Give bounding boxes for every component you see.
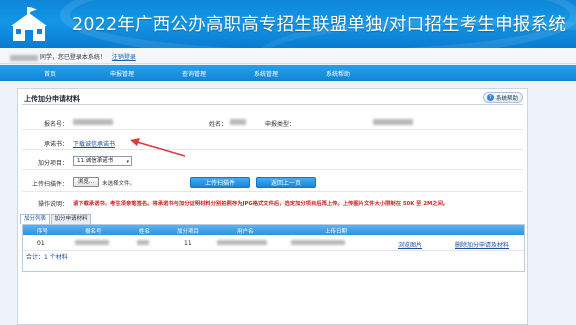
nav-system-manage[interactable]: 系统管理 — [254, 69, 278, 78]
cell-name-redacted — [137, 240, 149, 245]
type-label: 申报类型： — [264, 121, 295, 128]
delete-bonus-link[interactable]: 删除加分申请及材料 — [455, 240, 509, 249]
divider — [22, 104, 523, 105]
tab-bonus-list[interactable]: 加分列表 — [20, 214, 50, 224]
logout-link[interactable]: 注销登录 — [112, 54, 136, 61]
greeting-text: 同学，您已登录本系统！ — [39, 54, 106, 61]
notice-text: 请下载承诺书，考生须亲笔签名。将承诺书与加分证明材料分别拍照存为JPG格式文件后… — [73, 201, 449, 207]
row-divider — [22, 169, 523, 170]
letter-label: 承诺书： — [43, 141, 68, 148]
table-row: 01 11 浏览图片 删除加分申请及材料 — [23, 238, 524, 250]
system-title: 2022年广西公办高职高专招生联盟单独/对口招生考生申报系统 — [72, 15, 566, 35]
back-button[interactable]: 返回上一页 — [256, 177, 316, 188]
cell-index: 01 — [37, 240, 45, 247]
item-label: 加分项目： — [37, 160, 68, 167]
col-name: 姓名 — [139, 229, 151, 235]
tab-bonus-materials[interactable]: 加分申请材料 — [51, 214, 91, 224]
bonus-item-select[interactable]: 11.诚信承诺书 ▾ — [73, 156, 132, 166]
row-divider — [22, 191, 523, 192]
username-redacted — [10, 54, 38, 61]
bonus-table: 序号 报名号 姓名 加分项目 用户名 上传日期 01 11 浏览图片 删除加分申… — [22, 224, 525, 272]
header-banner: 2022年广西公办高职高专招生联盟单独/对口招生考生申报系统 — [0, 0, 576, 48]
help-icon: ? — [486, 94, 494, 101]
page-title: 上传加分申请材料 — [24, 95, 80, 103]
help-button[interactable]: ? 系统帮助 — [482, 92, 523, 103]
col-username: 用户名 — [237, 229, 254, 235]
file-status: 未选择文件。 — [102, 181, 136, 187]
col-index: 序号 — [37, 229, 49, 235]
nav-query-manage[interactable]: 查询管理 — [182, 69, 206, 78]
row-divider — [23, 250, 524, 251]
name-label: 姓名： — [208, 121, 227, 128]
regno-value-redacted — [73, 119, 113, 125]
col-upload-date: 上传日期 — [325, 229, 348, 235]
row-divider — [22, 129, 523, 130]
browse-file-button[interactable]: 浏览... — [73, 177, 99, 187]
user-bar: 同学，您已登录本系统！ 注销登录 — [0, 48, 576, 64]
upload-button[interactable]: 上传扫描件 — [190, 177, 250, 188]
help-label: 系统帮助 — [495, 95, 518, 102]
row-divider — [22, 149, 523, 150]
chevron-down-icon: ▾ — [126, 159, 129, 165]
view-image-link[interactable]: 浏览图片 — [398, 240, 422, 249]
regno-label: 报名号： — [43, 121, 68, 128]
cell-item: 11 — [184, 240, 192, 247]
content-panel: 上传加分申请材料 ? 系统帮助 报名号： 姓名： 申报类型： 承诺书： 下载诚信… — [17, 88, 528, 325]
notice-label: 操作说明： — [37, 201, 68, 208]
table-total: 合计：1 个材料 — [26, 254, 68, 261]
cell-username-redacted — [217, 240, 267, 245]
nav-apply-manage[interactable]: 申报管理 — [110, 69, 134, 78]
col-item: 加分项目 — [177, 229, 200, 235]
table-header: 序号 报名号 姓名 加分项目 用户名 上传日期 — [23, 225, 524, 235]
cell-regno-redacted — [75, 240, 109, 245]
file-label: 上传扫描件： — [31, 181, 68, 188]
nav-home[interactable]: 首页 — [44, 69, 56, 78]
col-regno: 报名号 — [85, 229, 102, 235]
school-logo-icon — [11, 7, 47, 41]
bonus-item-value: 11.诚信承诺书 — [77, 158, 114, 164]
download-letter-link[interactable]: 下载诚信承诺书 — [73, 139, 115, 148]
main-nav: 首页 申报管理 查询管理 系统管理 系统帮助 — [0, 65, 576, 81]
nav-system-help[interactable]: 系统帮助 — [326, 69, 350, 78]
type-value-redacted — [373, 119, 413, 125]
cell-date-redacted — [291, 240, 345, 245]
